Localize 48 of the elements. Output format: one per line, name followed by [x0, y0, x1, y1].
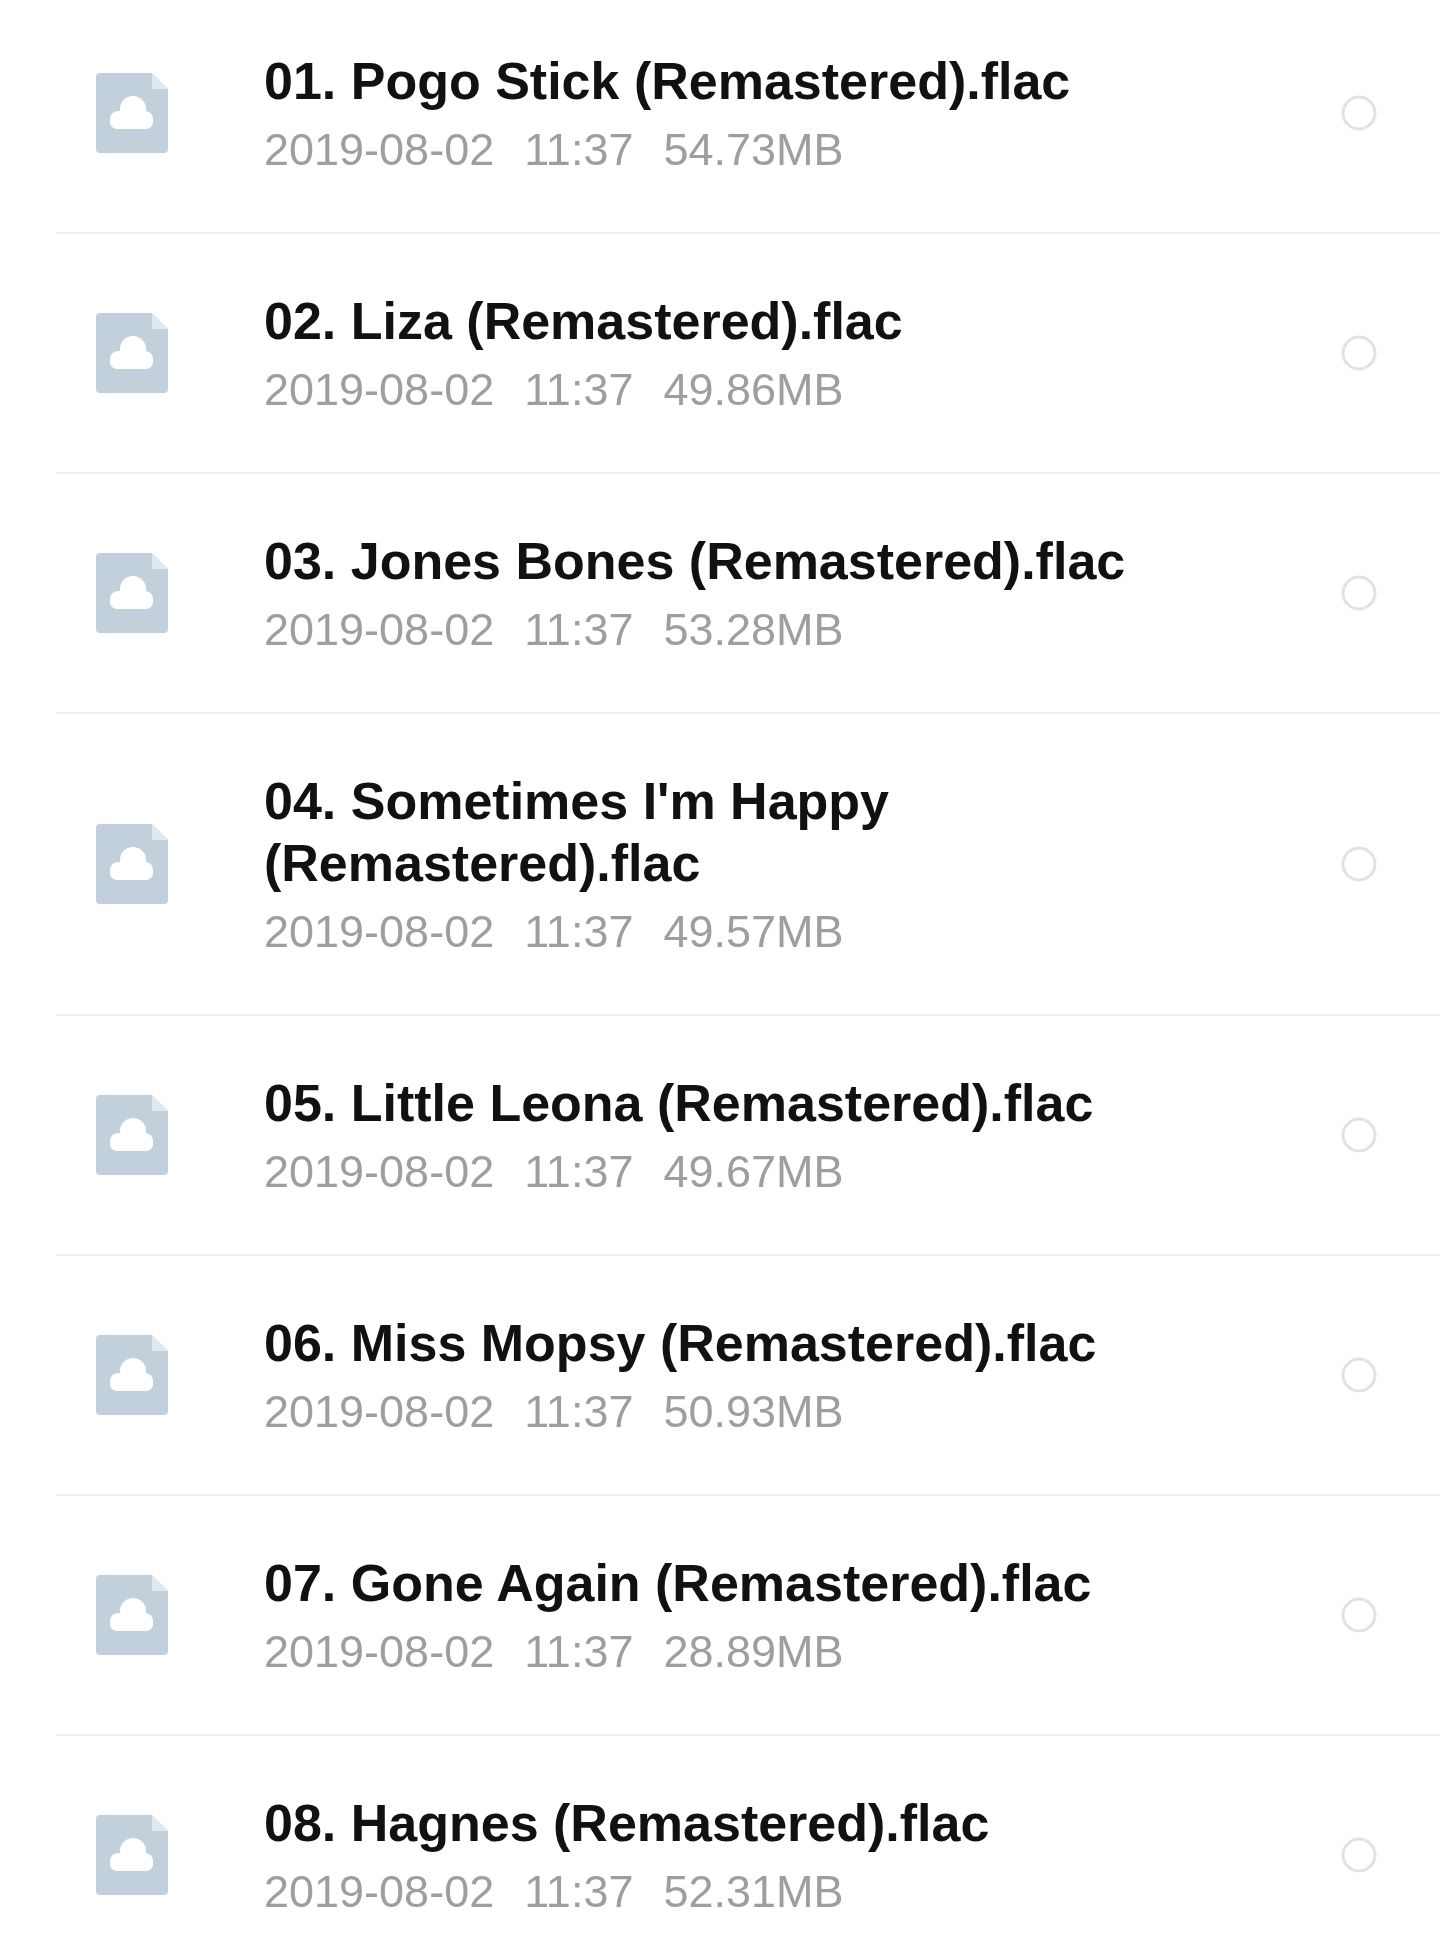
cloud-file-icon: [96, 1815, 168, 1895]
file-name: 03. Jones Bones (Remastered).flac: [264, 531, 1127, 592]
radio-button[interactable]: [1341, 95, 1377, 131]
file-time: 11:37: [524, 906, 634, 958]
file-name: 05. Little Leona (Remastered).flac: [264, 1073, 1095, 1134]
file-size: 49.57MB: [663, 906, 844, 958]
file-date: 2019-08-02: [264, 604, 495, 656]
radio-button[interactable]: [1341, 335, 1377, 371]
file-time: 11:37: [524, 1626, 634, 1678]
file-date: 2019-08-02: [264, 1146, 495, 1198]
file-name: 08. Hagnes (Remastered).flac: [264, 1793, 991, 1854]
file-name: 01. Pogo Stick (Remastered).flac: [264, 51, 1072, 112]
radio-button[interactable]: [1341, 1597, 1377, 1633]
file-date: 2019-08-02: [264, 1626, 495, 1678]
radio-button[interactable]: [1341, 1117, 1377, 1153]
file-name: 06. Miss Mopsy (Remastered).flac: [264, 1313, 1098, 1374]
file-time: 11:37: [524, 604, 634, 656]
file-date: 2019-08-02: [264, 364, 495, 416]
cloud-file-icon: [96, 1575, 168, 1655]
cloud-file-icon: [96, 824, 168, 904]
cloud-file-icon: [96, 1335, 168, 1415]
radio-button[interactable]: [1341, 1837, 1377, 1873]
file-size: 50.93MB: [663, 1386, 844, 1438]
file-date: 2019-08-02: [264, 906, 495, 958]
cloud-file-icon: [96, 313, 168, 393]
file-size: 54.73MB: [663, 124, 844, 176]
file-date: 2019-08-02: [264, 1386, 495, 1438]
file-size: 53.28MB: [663, 604, 844, 656]
file-size: 28.89MB: [663, 1626, 844, 1678]
file-date: 2019-08-02: [264, 124, 495, 176]
file-time: 11:37: [524, 364, 634, 416]
radio-button[interactable]: [1341, 1357, 1377, 1393]
file-size: 52.31MB: [663, 1866, 844, 1918]
file-name: 02. Liza (Remastered).flac: [264, 291, 904, 352]
cloud-file-icon: [96, 73, 168, 153]
file-date: 2019-08-02: [264, 1866, 495, 1918]
file-size: 49.86MB: [663, 364, 844, 416]
cloud-file-icon: [96, 1095, 168, 1175]
radio-button[interactable]: [1341, 846, 1377, 882]
file-time: 11:37: [524, 1146, 634, 1198]
file-size: 49.67MB: [663, 1146, 844, 1198]
radio-button[interactable]: [1341, 575, 1377, 611]
file-name: 04. Sometimes I'm Happy (Remastered).flac: [264, 771, 891, 894]
file-time: 11:37: [524, 1386, 634, 1438]
file-time: 11:37: [524, 124, 634, 176]
file-time: 11:37: [524, 1866, 634, 1918]
cloud-file-icon: [96, 553, 168, 633]
file-name: 07. Gone Again (Remastered).flac: [264, 1553, 1093, 1614]
